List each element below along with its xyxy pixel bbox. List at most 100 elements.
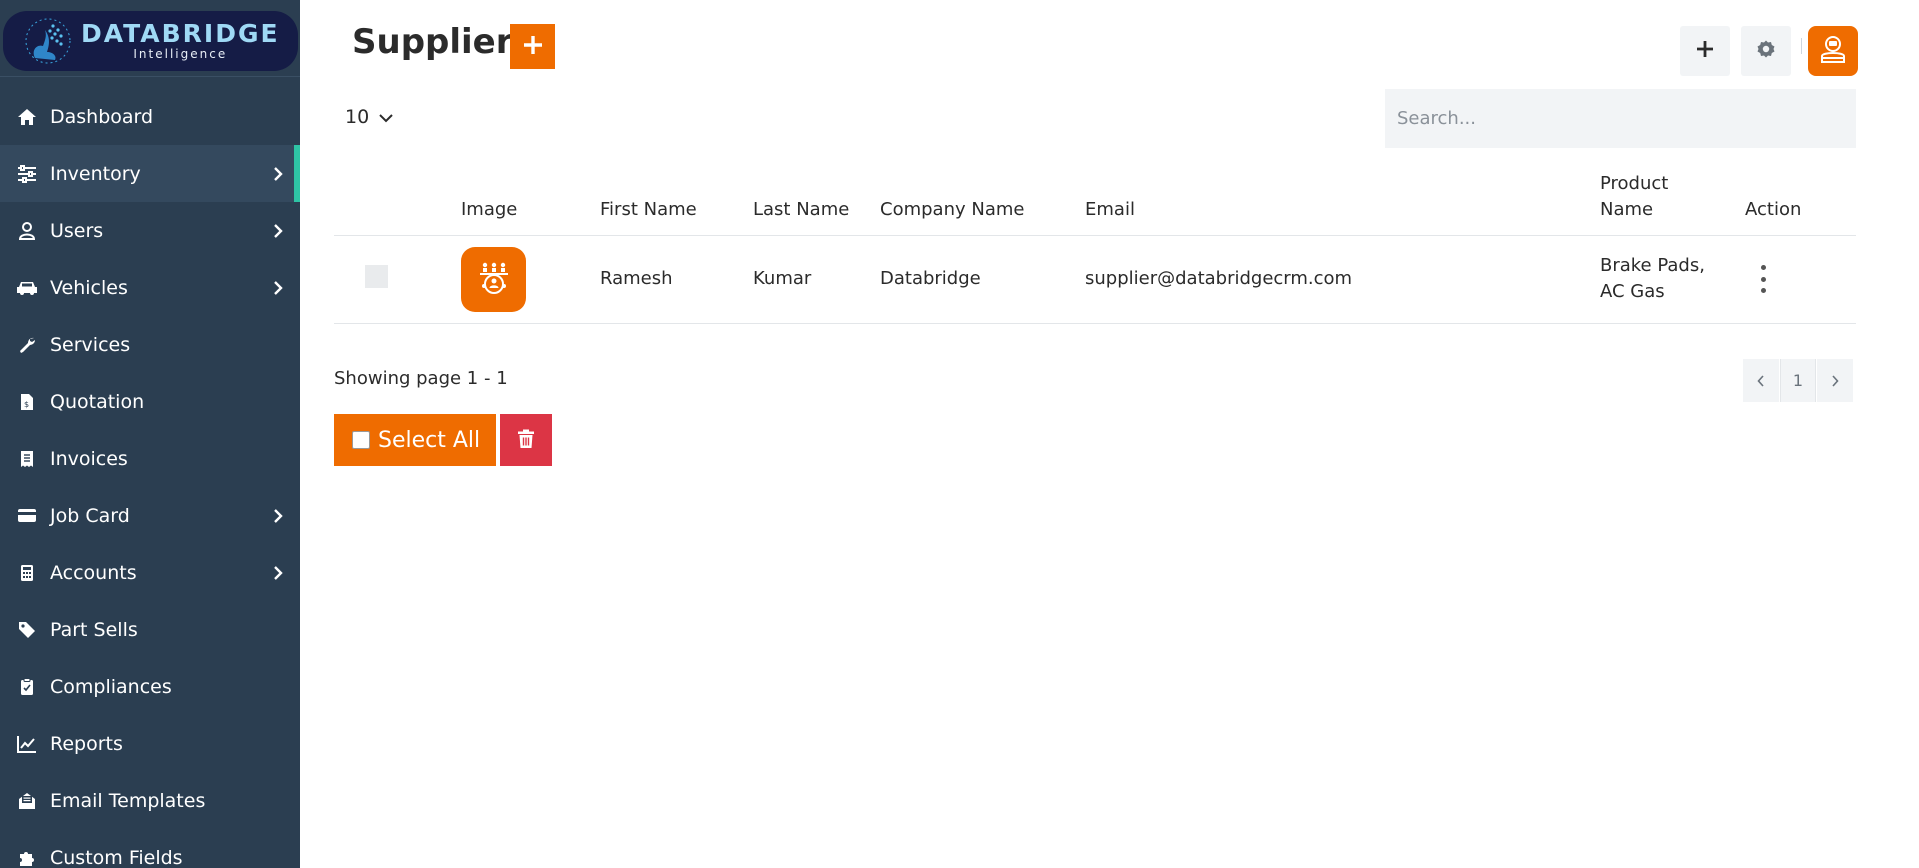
- page-title: Suppliers: [352, 22, 533, 62]
- sidebar-item-users[interactable]: Users: [0, 202, 300, 259]
- sliders-icon: [16, 163, 38, 185]
- credit-card-icon: [16, 505, 38, 527]
- row-actions-menu-button[interactable]: [1756, 265, 1770, 293]
- user-avatar-icon: [1818, 34, 1848, 68]
- brand-name: DATABRIDGE: [81, 19, 280, 48]
- settings-button[interactable]: [1741, 26, 1791, 76]
- plus-icon: [521, 33, 545, 61]
- quick-add-button[interactable]: [1680, 26, 1730, 76]
- pagination-summary: Showing page 1 - 1: [334, 368, 508, 389]
- select-all-checkbox[interactable]: [352, 431, 370, 449]
- sidebar-divider: [0, 76, 300, 77]
- sidebar-item-invoices[interactable]: Invoices: [0, 430, 300, 487]
- user-avatar-button[interactable]: [1808, 26, 1858, 76]
- add-supplier-button[interactable]: [510, 24, 555, 69]
- column-header-product-name[interactable]: Product Name: [1600, 171, 1668, 223]
- sidebar-item-label: Accounts: [50, 561, 137, 584]
- gear-icon: [1756, 39, 1776, 63]
- cell-email: supplier@databridgecrm.com: [1085, 268, 1353, 289]
- sidebar-item-label: Compliances: [50, 675, 172, 698]
- trash-icon: [517, 429, 535, 452]
- sidebar-item-label: Email Templates: [50, 789, 206, 812]
- cell-first-name: Ramesh: [600, 268, 673, 289]
- sidebar-item-accounts[interactable]: Accounts: [0, 544, 300, 601]
- sidebar-item-label: Reports: [50, 732, 123, 755]
- sidebar: DATABRIDGE Intelligence Dashboard Invent…: [0, 0, 300, 868]
- sidebar-item-label: Users: [50, 219, 104, 242]
- sidebar-item-label: Invoices: [50, 447, 128, 470]
- column-header-product-name-line2: Name: [1600, 199, 1654, 220]
- sidebar-item-vehicles[interactable]: Vehicles: [0, 259, 300, 316]
- supplier-network-icon: [476, 260, 512, 300]
- sidebar-item-label: Vehicles: [50, 276, 128, 299]
- kebab-dot: [1760, 288, 1766, 293]
- sidebar-item-reports[interactable]: Reports: [0, 715, 300, 772]
- select-all-button[interactable]: Select All: [334, 414, 496, 466]
- sidebar-item-custom-fields[interactable]: Custom Fields: [0, 829, 300, 868]
- pagination: 1: [1743, 359, 1854, 402]
- sidebar-item-label: Job Card: [50, 504, 130, 527]
- chevron-right-icon: [268, 280, 288, 295]
- select-all-label: Select All: [378, 427, 481, 453]
- page-size-value: 10: [345, 106, 370, 128]
- cell-product-name: Brake Pads, AC Gas: [1600, 253, 1705, 305]
- column-header-company-name[interactable]: Company Name: [880, 197, 1024, 223]
- prev-page-button[interactable]: [1743, 359, 1779, 402]
- page-size-select[interactable]: 10: [345, 106, 393, 128]
- table-header-divider: [334, 235, 1856, 236]
- page-number-button[interactable]: 1: [1780, 359, 1816, 402]
- chevron-right-icon: [268, 508, 288, 523]
- column-header-action: Action: [1745, 199, 1802, 220]
- row-checkbox[interactable]: [365, 265, 388, 288]
- plus-icon: [1694, 38, 1716, 64]
- sidebar-item-label: Custom Fields: [50, 846, 183, 868]
- supplier-image: [461, 247, 526, 312]
- sidebar-item-label: Part Sells: [50, 618, 138, 641]
- chart-line-icon: [16, 733, 38, 755]
- chevron-right-icon: [268, 565, 288, 580]
- column-header-last-name[interactable]: Last Name: [753, 197, 849, 223]
- sidebar-item-label: Quotation: [50, 390, 145, 413]
- puzzle-icon: [16, 847, 38, 868]
- sidebar-item-quotation[interactable]: $ Quotation: [0, 373, 300, 430]
- header-separator: [1801, 38, 1802, 54]
- brand-logo-icon: [23, 16, 73, 66]
- wrench-icon: [16, 334, 38, 356]
- sidebar-item-compliances[interactable]: Compliances: [0, 658, 300, 715]
- kebab-dot: [1760, 265, 1766, 270]
- home-icon: [16, 106, 38, 128]
- chevron-right-icon: [268, 223, 288, 238]
- envelope-open-icon: [16, 790, 38, 812]
- kebab-dot: [1760, 276, 1766, 282]
- brand-tagline: Intelligence: [133, 47, 228, 61]
- sidebar-item-label: Services: [50, 333, 131, 356]
- column-header-product-name-line1: Product: [1600, 173, 1669, 194]
- sidebar-item-services[interactable]: Services: [0, 316, 300, 373]
- sidebar-item-part-sells[interactable]: Part Sells: [0, 601, 300, 658]
- cell-company-name: Databridge: [880, 268, 981, 289]
- user-icon: [16, 220, 38, 242]
- column-header-first-name[interactable]: First Name: [600, 197, 697, 223]
- receipt-icon: [16, 448, 38, 470]
- column-header-email[interactable]: Email: [1085, 197, 1135, 223]
- cell-product-name-line1: Brake Pads,: [1600, 255, 1705, 276]
- sidebar-item-job-card[interactable]: Job Card: [0, 487, 300, 544]
- sidebar-item-label: Dashboard: [50, 105, 154, 128]
- chevron-down-icon: [379, 106, 393, 128]
- tag-icon: [16, 619, 38, 641]
- cell-product-name-line2: AC Gas: [1600, 281, 1665, 302]
- search-input[interactable]: [1385, 89, 1856, 148]
- svg-text:$: $: [24, 400, 29, 409]
- clipboard-check-icon: [16, 676, 38, 698]
- sidebar-item-email-templates[interactable]: Email Templates: [0, 772, 300, 829]
- chevron-right-icon: [268, 166, 288, 181]
- brand-logo[interactable]: DATABRIDGE Intelligence: [3, 11, 298, 71]
- sidebar-item-inventory[interactable]: Inventory: [0, 145, 300, 202]
- delete-selected-button[interactable]: [500, 414, 552, 466]
- sidebar-item-dashboard[interactable]: Dashboard: [0, 88, 300, 145]
- sidebar-nav: Dashboard Inventory Users Vehicles Servi…: [0, 88, 300, 868]
- column-header-image: Image: [461, 199, 518, 220]
- calculator-icon: [16, 562, 38, 584]
- car-icon: [16, 277, 38, 299]
- next-page-button[interactable]: [1817, 359, 1853, 402]
